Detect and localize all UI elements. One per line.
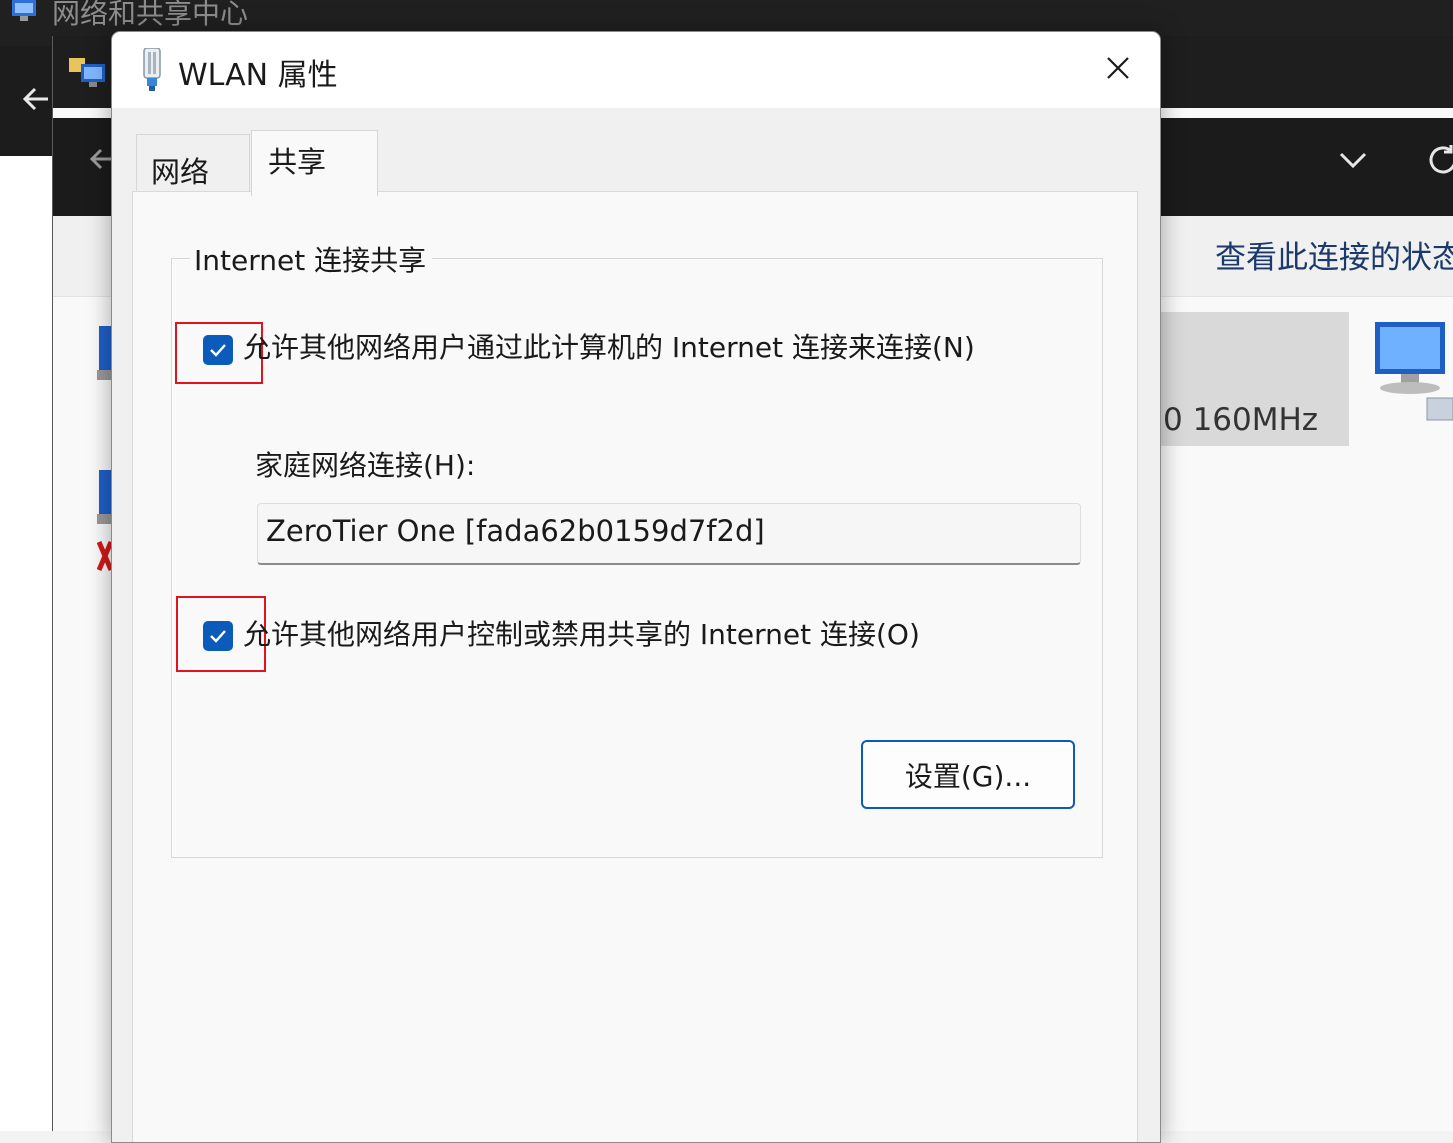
checkmark-icon — [210, 344, 226, 357]
home-connection-dropdown[interactable]: ZeroTier One [fada62b0159d7f2d] — [257, 503, 1081, 565]
network-adapter-icon — [1375, 322, 1453, 421]
background-window-title: 网络和共享中心 — [52, 0, 249, 30]
tab-strip: 网络 共享 — [112, 108, 1160, 196]
refresh-icon[interactable] — [1425, 142, 1453, 178]
tab-sharing[interactable]: 共享 — [251, 130, 378, 196]
sharing-tab-panel: Internet 连接共享 允许其他网络用户通过此计算机的 Internet 连… — [132, 191, 1138, 1142]
close-icon — [1107, 57, 1129, 79]
dialog-title: WLAN 属性 — [178, 58, 338, 93]
checkmark-icon — [210, 630, 226, 643]
home-connection-label: 家庭网络连接(H): — [255, 449, 476, 482]
background-content-strip — [0, 156, 52, 1131]
network-adapter-icon — [97, 326, 111, 380]
wlan-properties-dialog: WLAN 属性 网络 共享 Internet 连接共享 允许其他网络用户通过此计… — [111, 31, 1161, 1143]
network-center-icon — [12, 0, 36, 21]
allow-sharing-checkbox[interactable] — [203, 335, 233, 365]
chevron-down-icon[interactable] — [1337, 144, 1369, 176]
view-status-link[interactable]: 查看此连接的状态 — [1215, 232, 1453, 277]
tab-network[interactable]: 网络 — [136, 134, 250, 194]
home-connection-value: ZeroTier One [fada62b0159d7f2d] — [266, 514, 765, 548]
back-arrow-icon[interactable] — [22, 84, 50, 120]
close-button[interactable] — [1092, 48, 1144, 88]
group-title: Internet 连接共享 — [190, 239, 433, 279]
dialog-titlebar[interactable]: WLAN 属性 — [112, 32, 1160, 108]
allow-control-checkbox[interactable] — [203, 621, 233, 651]
allow-sharing-label[interactable]: 允许其他网络用户通过此计算机的 Internet 连接来连接(N) — [243, 326, 975, 366]
computer-icon — [69, 58, 105, 87]
settings-button[interactable]: 设置(G)... — [861, 740, 1075, 809]
allow-control-label[interactable]: 允许其他网络用户控制或禁用共享的 Internet 连接(O) — [243, 613, 920, 653]
wlan-adapter-icon — [143, 48, 161, 91]
adapter-detail-text: 0 160MHz — [1163, 402, 1319, 438]
